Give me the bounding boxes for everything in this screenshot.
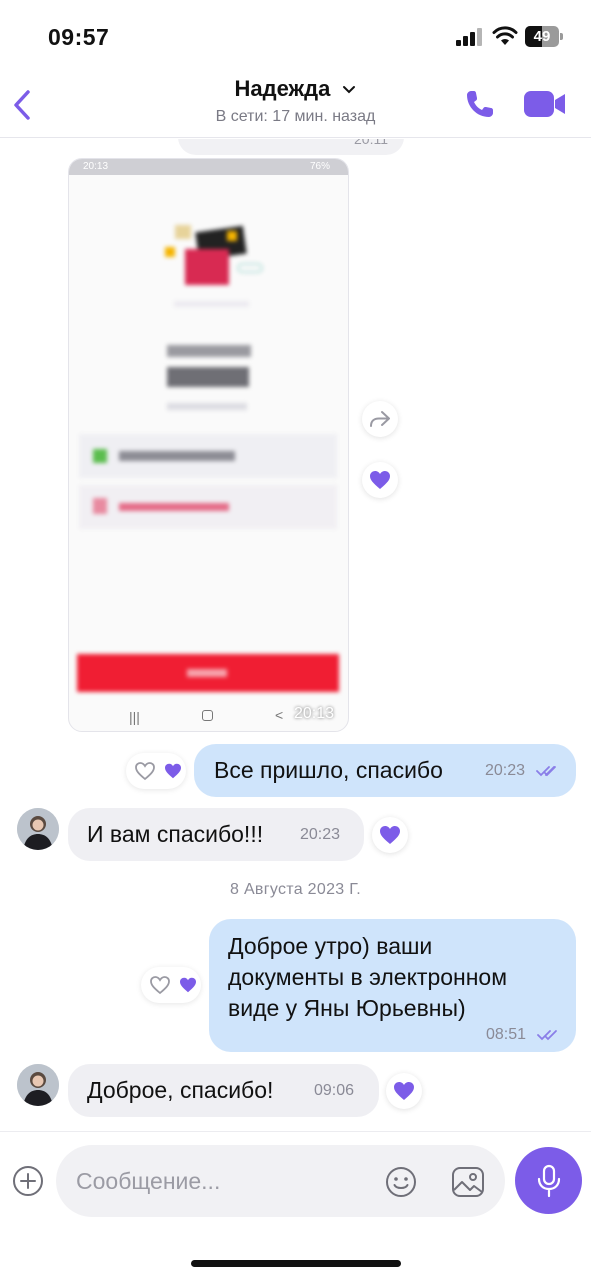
audio-call-button[interactable] bbox=[462, 86, 498, 122]
home-indicator bbox=[191, 1260, 401, 1267]
double-check-icon bbox=[536, 1029, 557, 1041]
incoming-message[interactable]: Доброе, спасибо! 09:06 bbox=[68, 1064, 379, 1117]
image-status-bar: 20:13 76% bbox=[69, 159, 348, 175]
chat-header: Надежда В сети: 17 мин. назад bbox=[0, 70, 591, 138]
avatar-photo bbox=[17, 1064, 59, 1106]
avatar[interactable] bbox=[17, 1064, 59, 1106]
image-status-battery: 76% bbox=[309, 161, 330, 172]
message-text: Доброе утро) ваши документы в электронно… bbox=[228, 931, 507, 1024]
incoming-message[interactable]: И вам спасибо!!! 20:23 bbox=[68, 808, 364, 861]
battery-icon: 49 bbox=[525, 26, 563, 47]
battery-percentage: 49 bbox=[533, 28, 551, 45]
attach-button[interactable] bbox=[12, 1165, 44, 1197]
image-message[interactable]: 20:13 76% ||| < 20:13 bbox=[68, 158, 349, 732]
message-line: документы в электронном bbox=[228, 964, 508, 990]
message-meta: 20:23 bbox=[485, 762, 562, 780]
contact-status: В сети: 17 мин. назад bbox=[215, 108, 376, 125]
chat-screen: 09:57 49 Надежда В сети: 17 мин. назад 2… bbox=[0, 0, 591, 1280]
avatar[interactable] bbox=[17, 808, 59, 850]
blurred-row bbox=[79, 434, 337, 478]
message-list[interactable]: 20:11 20:13 76% ||| < 20:13 Все пришло, … bbox=[0, 139, 591, 1131]
reaction-badge[interactable] bbox=[386, 1073, 422, 1109]
message-text: И вам спасибо!!! bbox=[87, 821, 264, 847]
heart-filled-icon bbox=[380, 826, 400, 844]
status-bar: 09:57 49 bbox=[0, 0, 591, 70]
voice-message-button[interactable] bbox=[515, 1147, 582, 1214]
heart-filled-icon bbox=[180, 977, 196, 993]
outgoing-message[interactable]: Доброе утро) ваши документы в электронно… bbox=[209, 919, 576, 1052]
message-composer bbox=[0, 1131, 591, 1280]
heart-filled-icon bbox=[165, 763, 181, 779]
heart-filled-icon bbox=[394, 1082, 414, 1100]
blurred-amount bbox=[167, 367, 249, 387]
date-separator: 8 Августа 2023 Г. bbox=[230, 881, 361, 898]
cellular-signal-icon bbox=[456, 28, 484, 46]
avatar-photo bbox=[17, 808, 59, 850]
wifi-icon bbox=[492, 26, 518, 45]
reaction-badge[interactable] bbox=[372, 817, 408, 853]
message-text: Все пришло, спасибо bbox=[214, 757, 443, 783]
emoji-button[interactable] bbox=[384, 1165, 418, 1199]
message-time: 09:06 bbox=[314, 1082, 355, 1099]
heart-outline-icon[interactable] bbox=[149, 975, 171, 995]
video-call-button[interactable] bbox=[522, 88, 568, 120]
heart-filled-icon bbox=[370, 471, 390, 489]
message-time: 20:11 bbox=[354, 139, 388, 147]
blurred-amount-label bbox=[167, 345, 251, 357]
message-time: 20:23 bbox=[300, 826, 341, 843]
gallery-button[interactable] bbox=[450, 1165, 486, 1199]
forward-button[interactable] bbox=[362, 401, 398, 437]
reaction-pill[interactable] bbox=[141, 967, 201, 1003]
blurred-illustration bbox=[157, 217, 267, 297]
previous-message: 20:11 bbox=[178, 139, 404, 155]
message-line: Доброе утро) ваши bbox=[228, 933, 433, 959]
blurred-row bbox=[79, 485, 337, 529]
message-meta: 08:51 bbox=[486, 1026, 563, 1044]
double-check-icon bbox=[535, 765, 556, 777]
heart-outline-icon[interactable] bbox=[134, 761, 156, 781]
chevron-down-icon bbox=[343, 86, 356, 94]
forward-icon bbox=[370, 411, 390, 427]
reaction-pill[interactable] bbox=[126, 753, 186, 789]
image-status-time: 20:13 bbox=[83, 161, 109, 172]
message-time: 08:51 bbox=[486, 1026, 527, 1043]
message-text: Доброе, спасибо! bbox=[87, 1077, 274, 1103]
contact-name-button[interactable]: Надежда bbox=[0, 76, 591, 102]
message-line: виде у Яны Юрьевны) bbox=[228, 995, 466, 1021]
microphone-icon bbox=[537, 1164, 560, 1197]
message-time: 20:23 bbox=[485, 762, 526, 779]
outgoing-message[interactable]: Все пришло, спасибо 20:23 bbox=[194, 744, 576, 797]
reaction-badge[interactable] bbox=[362, 462, 398, 498]
status-time: 09:57 bbox=[48, 24, 110, 50]
message-input[interactable] bbox=[56, 1145, 505, 1217]
blurred-button bbox=[77, 654, 339, 692]
image-time: 20:13 bbox=[293, 705, 334, 722]
contact-name: Надежда bbox=[234, 76, 331, 101]
